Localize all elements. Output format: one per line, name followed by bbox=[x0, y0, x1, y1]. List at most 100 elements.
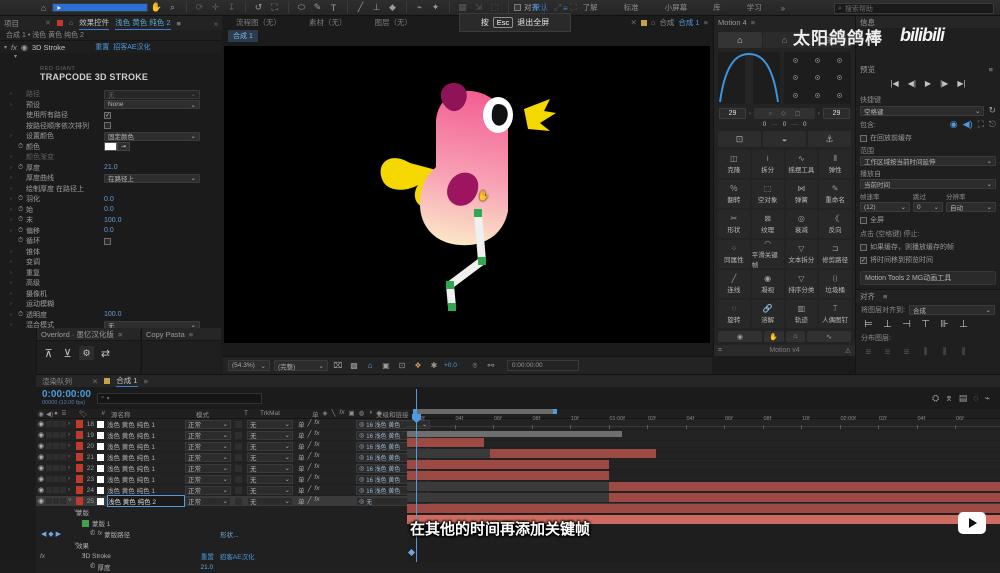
parent-pickwhip-icon[interactable]: ◎ bbox=[359, 432, 364, 439]
keyframe-marker[interactable] bbox=[407, 548, 416, 557]
property-value[interactable]: 100.0 bbox=[104, 217, 122, 224]
ease-preset-dot[interactable] bbox=[792, 58, 798, 64]
eraser-tool-icon[interactable]: ◆ bbox=[385, 1, 400, 15]
layer-name[interactable]: 浅色 黄色 纯色 1 bbox=[107, 485, 185, 495]
disclosure-triangle-icon[interactable]: › bbox=[10, 165, 18, 171]
ease-preset-grid[interactable] bbox=[784, 52, 851, 104]
layer-duration-bar[interactable] bbox=[608, 493, 1000, 502]
disclosure-triangle-icon[interactable]: › bbox=[10, 322, 18, 328]
dist-left-icon[interactable]: ⦀ bbox=[918, 346, 933, 358]
layer-switch-boxes[interactable] bbox=[46, 421, 68, 427]
panel-menu-icon[interactable]: ≡ bbox=[883, 292, 887, 301]
layer-label-color[interactable] bbox=[76, 475, 83, 483]
disclosure-triangle-icon[interactable]: › bbox=[10, 280, 18, 286]
exposure-value[interactable]: +0.0 bbox=[444, 362, 457, 369]
stopwatch-icon[interactable]: ⏱ bbox=[18, 195, 26, 203]
ease-preset-dot[interactable] bbox=[814, 92, 820, 98]
layer-name[interactable]: 浅色 黄色 纯色 1 bbox=[107, 463, 185, 473]
effect-property-row[interactable]: › 重复 bbox=[0, 268, 222, 279]
zoom-tool-icon[interactable]: ⌕ bbox=[165, 1, 180, 15]
disclosure-triangle-icon[interactable]: › bbox=[10, 270, 18, 276]
disclosure-triangle-icon[interactable]: ˅ bbox=[68, 498, 76, 504]
layer-switches[interactable]: 单 ╱ fx bbox=[298, 485, 356, 495]
motion-tool-拆分[interactable]: ⟊ 拆分 bbox=[751, 150, 784, 178]
layer-visibility-icon[interactable]: ◉ bbox=[36, 464, 46, 472]
disclosure-triangle-icon[interactable]: › bbox=[10, 228, 18, 234]
stop-option-1-row[interactable]: 如果缓存，则播放缓存的帧 bbox=[860, 242, 996, 252]
audio-icon[interactable]: ◀) bbox=[963, 119, 973, 130]
motion-tool-摇摆工具[interactable]: ∿ 摇摆工具 bbox=[785, 150, 818, 178]
stopwatch-icon[interactable]: ⏱ bbox=[18, 311, 26, 319]
property-value[interactable]: 0.0 bbox=[104, 227, 114, 234]
motion-tool-人偶图钉[interactable]: ⟙ 人偶图钉 bbox=[819, 300, 851, 328]
workspace-more-icon[interactable]: » bbox=[775, 4, 791, 13]
track-matte-select[interactable]: 无 ⌄ bbox=[247, 452, 293, 462]
disclosure-triangle-icon[interactable]: ▾ bbox=[4, 44, 7, 51]
work-area-strip[interactable] bbox=[407, 431, 622, 437]
property-value[interactable]: 0.0 bbox=[104, 196, 114, 203]
tab-composition-1[interactable]: 合成 1 bbox=[678, 17, 699, 28]
parent-pickwhip-icon[interactable]: ◎ bbox=[359, 487, 364, 494]
stopwatch-icon[interactable]: ⏱ bbox=[90, 563, 95, 571]
ease-preset-dot[interactable] bbox=[837, 92, 843, 98]
layer-blend-mode-select[interactable]: 正常 ⌄ bbox=[185, 452, 231, 462]
layer-duration-bar[interactable] bbox=[407, 504, 1000, 513]
motion-tool-衰减[interactable]: ◎ 衰减 bbox=[785, 210, 818, 238]
comp-guides-icon[interactable]: ⌂ bbox=[364, 360, 376, 371]
effect-property-row[interactable]: › 变调 bbox=[0, 257, 222, 268]
shortcut-select[interactable]: 空格键 ⌄ bbox=[860, 105, 985, 116]
workspace-tab-small-screen[interactable]: 小屏幕 bbox=[652, 0, 701, 16]
layer-blend-mode-select[interactable]: 正常 ⌄ bbox=[185, 419, 231, 429]
layer-label-color[interactable] bbox=[76, 497, 83, 505]
parent-pickwhip-icon[interactable]: ◎ bbox=[359, 465, 364, 472]
pan-tool-icon[interactable]: ✛ bbox=[208, 1, 223, 15]
track-matte-select[interactable]: 无 ⌄ bbox=[247, 496, 293, 506]
layer-switch-boxes[interactable] bbox=[46, 476, 68, 482]
panel-menu-icon[interactable]: ≡ bbox=[704, 18, 708, 27]
exposure-icon[interactable]: ✱ bbox=[428, 360, 440, 371]
region-icon[interactable]: ⛶ bbox=[978, 119, 984, 130]
tab-footage[interactable]: 素材（无） bbox=[295, 17, 361, 28]
workspace-menu-icon[interactable]: ≡ bbox=[561, 4, 570, 13]
work-area-end-handle[interactable] bbox=[553, 409, 557, 414]
layer-switch-boxes[interactable] bbox=[46, 432, 68, 438]
transparency-grid-icon[interactable]: ▩ bbox=[348, 360, 360, 371]
align-to-select[interactable]: 合成 ⌄ bbox=[908, 305, 995, 315]
motion-tool-纹理[interactable]: ⊠ 纹理 bbox=[751, 210, 784, 238]
effect-property-row[interactable]: 使用所有路径 bbox=[0, 110, 222, 121]
property-value[interactable]: 21.0 bbox=[104, 164, 118, 171]
effect-property-row[interactable]: › 颜色渐变 bbox=[0, 152, 222, 163]
eye-icon[interactable]: ◒ bbox=[763, 131, 806, 147]
pen-tool-icon[interactable]: ✎ bbox=[310, 1, 325, 15]
anchor-box-icon[interactable]: ⊡ bbox=[718, 131, 761, 147]
preserve-transparency-toggle[interactable] bbox=[235, 453, 242, 461]
timeline-track-area[interactable] bbox=[407, 437, 1000, 562]
cache-before-playback-row[interactable]: 在回放前缓存 bbox=[860, 133, 996, 143]
layer-name[interactable]: 浅色 黄色 纯色 1 bbox=[107, 441, 185, 451]
dist-middle-icon[interactable]: ≡ bbox=[880, 346, 895, 358]
motion-tool-翻转[interactable]: ％ 翻转 bbox=[718, 180, 750, 208]
anchor-point-tool-icon[interactable]: ⛶ bbox=[267, 1, 282, 15]
text-tool-icon[interactable]: T bbox=[326, 1, 341, 15]
ease-curve-graph[interactable] bbox=[718, 52, 780, 104]
disclosure-triangle-icon[interactable]: › bbox=[10, 154, 18, 160]
preserve-transparency-toggle[interactable] bbox=[235, 464, 242, 472]
help-search-input[interactable]: ⌕ 搜索帮助 bbox=[834, 3, 994, 14]
motion-tool-排序分类[interactable]: ▽ 排序分类 bbox=[785, 270, 818, 298]
home-icon[interactable]: ⌂ bbox=[36, 1, 51, 15]
preserve-transparency-toggle[interactable] bbox=[235, 431, 242, 439]
overlord-tab[interactable]: Overlord · 墨忆汉化版 ≡ bbox=[37, 328, 140, 341]
layer-name[interactable]: 浅色 黄色 纯色 1 bbox=[107, 419, 185, 429]
property-select[interactable]: 无 ⌄ bbox=[104, 89, 200, 99]
disclosure-triangle-icon[interactable]: › bbox=[68, 465, 76, 471]
draft-3d-icon[interactable]: ⛭ bbox=[932, 393, 939, 404]
parent-pickwhip-icon[interactable]: ◎ bbox=[359, 498, 364, 505]
tab-effect-controls[interactable]: 效果控件 bbox=[79, 17, 110, 30]
ease-shape-segments[interactable]: ○ ◇ ▢ bbox=[754, 108, 815, 119]
layer-duration-bar[interactable] bbox=[490, 449, 657, 458]
layer-switch-boxes[interactable] bbox=[46, 454, 68, 460]
timeline-track[interactable] bbox=[407, 459, 1000, 470]
hand-icon[interactable]: ✋ bbox=[763, 331, 784, 342]
prev-frame-icon[interactable]: ◀| bbox=[908, 79, 916, 88]
layer-blend-mode-select[interactable]: 正常 ⌄ bbox=[185, 496, 231, 506]
